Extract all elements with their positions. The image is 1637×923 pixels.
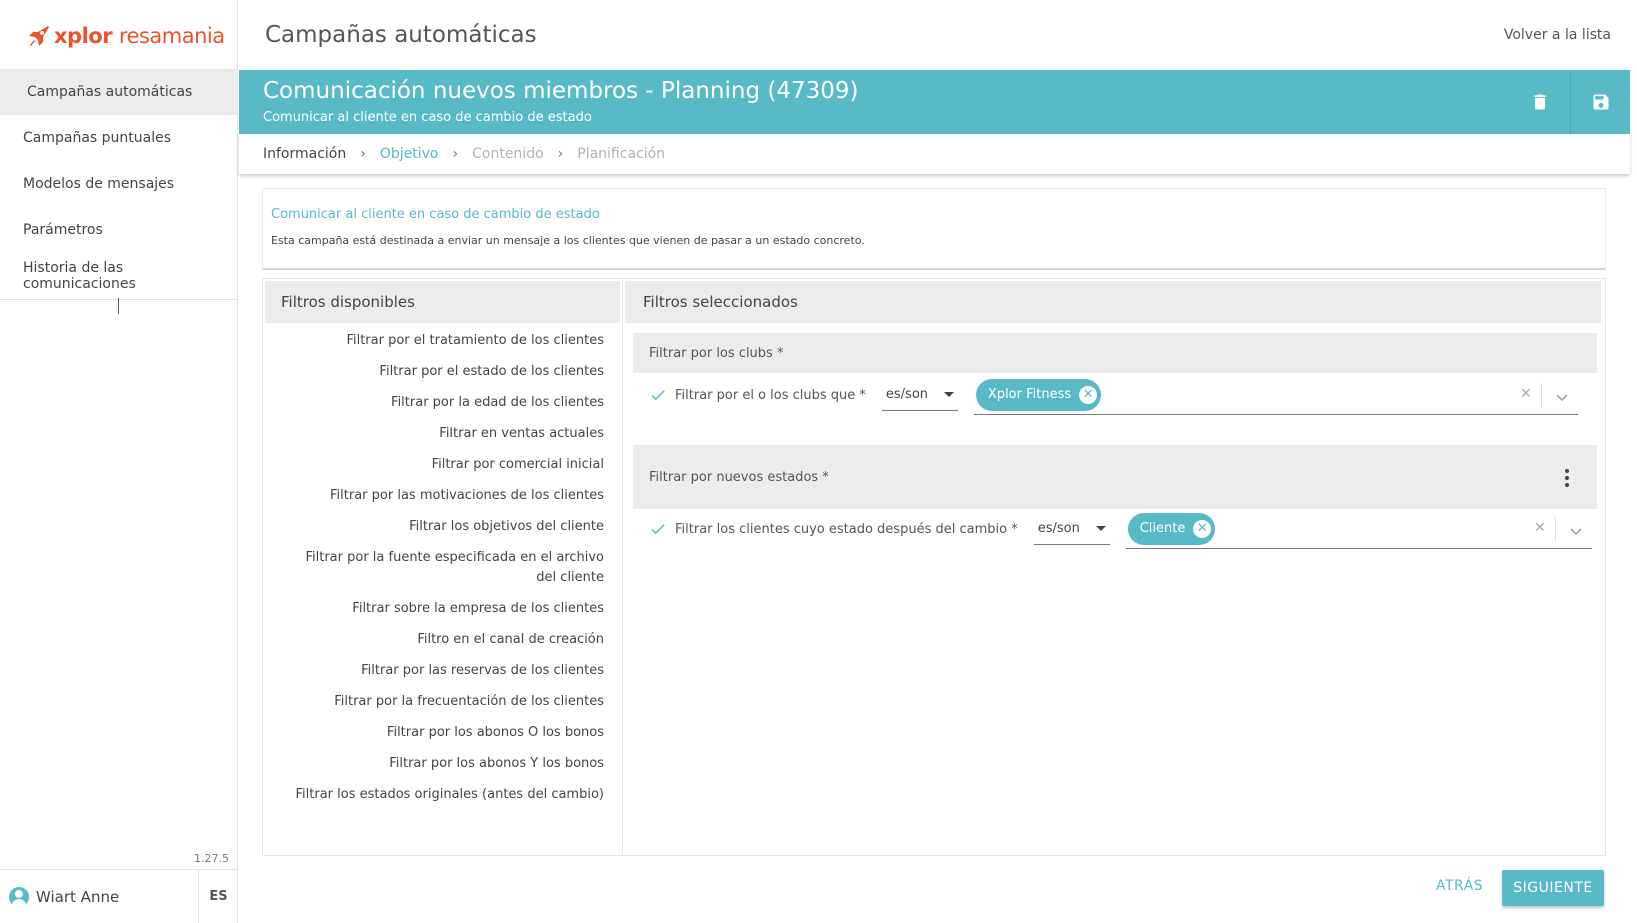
caret-down-icon	[1095, 526, 1106, 531]
chip-remove-icon[interactable]: ✕	[1079, 385, 1098, 404]
rocket-icon	[26, 23, 52, 49]
back-button[interactable]: ATRÁS	[1436, 878, 1483, 894]
campaign-banner: Comunicación nuevos miembros - Planning …	[239, 70, 1630, 134]
available-filters-column: Filtros disponibles Filtrar por el trata…	[263, 279, 623, 855]
sidebar-item-label: Parámetros	[23, 222, 103, 238]
chevron-right-icon: ›	[452, 146, 459, 162]
available-filter-item[interactable]: Filtrar sobre la empresa de los clientes	[265, 599, 620, 619]
clubs-multiselect[interactable]: Xplor Fitness ✕ ✕	[973, 375, 1578, 415]
sidebar-nav: Campañas automáticas Campañas puntuales …	[0, 69, 238, 300]
filter-group-estados: Filtrar por nuevos estados *	[633, 445, 1597, 509]
filter-row-clubs: Filtrar por el o los clubs que * es/son …	[649, 375, 1578, 415]
chip-label: Cliente	[1139, 521, 1186, 536]
available-filter-item[interactable]: Filtrar los objetivos del cliente	[265, 517, 620, 537]
operator-value: es/son	[1037, 521, 1080, 536]
chip-label: Xplor Fitness	[987, 387, 1072, 402]
selected-chip: Cliente ✕	[1127, 512, 1216, 545]
operator-select[interactable]: es/son	[1033, 513, 1110, 545]
user-name: Wiart Anne	[36, 887, 120, 906]
available-filter-item[interactable]: Filtrar por la frecuentación de los clie…	[265, 692, 620, 712]
filter-row-estados: Filtrar los clientes cuyo estado después…	[649, 509, 1592, 549]
page-title: Campañas automáticas	[265, 22, 537, 48]
campaign-subtitle: Comunicar al cliente en caso de cambio d…	[263, 110, 592, 125]
user-bar: Wiart Anne ES	[0, 869, 238, 923]
trash-icon	[1534, 94, 1546, 110]
available-filter-item[interactable]: Filtrar por la edad de los clientes	[265, 393, 620, 413]
chevron-down-icon[interactable]	[1570, 522, 1582, 536]
sidebar-item-label: Campañas puntuales	[23, 130, 172, 146]
filter-label: Filtrar por el o los clubs que *	[675, 387, 866, 403]
chevron-down-icon[interactable]	[1556, 388, 1568, 402]
step-informacion[interactable]: Información	[263, 146, 346, 162]
floppy-icon	[1593, 94, 1608, 110]
wizard-steps: Información › Objetivo › Contenido › Pla…	[239, 134, 1630, 174]
selected-filters-header: Filtros seleccionados	[625, 281, 1601, 323]
clear-icon[interactable]: ✕	[1534, 520, 1546, 536]
available-filter-item[interactable]: Filtrar por el tratamiento de los client…	[265, 331, 620, 351]
chip-remove-icon[interactable]: ✕	[1193, 519, 1212, 538]
brand-logo[interactable]: xplor resamania	[26, 18, 225, 54]
more-options-icon[interactable]	[1565, 469, 1569, 487]
step-objetivo[interactable]: Objetivo	[380, 146, 439, 162]
step-contenido[interactable]: Contenido	[472, 146, 544, 162]
objective-description: Esta campaña está destinada a enviar un …	[271, 234, 865, 247]
available-filter-item[interactable]: Filtrar en ventas actuales	[265, 424, 620, 444]
sidebar-item-label: Campañas automáticas	[27, 84, 193, 100]
caret-down-icon	[943, 392, 954, 397]
available-filter-item[interactable]: Filtrar por los abonos Y los bonos	[265, 754, 620, 774]
app-version: 1.27.5	[194, 852, 229, 865]
estados-multiselect[interactable]: Cliente ✕ ✕	[1125, 509, 1592, 549]
available-filter-item[interactable]: Filtrar por la fuente especificada en el…	[265, 548, 620, 588]
user-menu[interactable]: Wiart Anne	[0, 870, 198, 923]
available-filters-list: Filtrar por el tratamiento de los client…	[265, 323, 620, 805]
delete-button[interactable]	[1510, 70, 1570, 134]
sidebar-item-label: Modelos de mensajes	[23, 176, 175, 192]
user-avatar-icon	[9, 886, 29, 907]
sidebar-item-campanas-puntuales[interactable]: Campañas puntuales	[0, 115, 238, 161]
filters-panel: Filtros disponibles Filtrar por el trata…	[262, 278, 1606, 856]
filter-group-title: Filtrar por nuevos estados *	[649, 469, 829, 485]
available-filter-item[interactable]: Filtrar por los abonos O los bonos	[265, 723, 620, 743]
sidebar-item-modelos-de-mensajes[interactable]: Modelos de mensajes	[0, 161, 238, 207]
chevron-right-icon: ›	[557, 146, 564, 162]
available-filter-item[interactable]: Filtrar por las reservas de los clientes	[265, 661, 620, 681]
check-icon	[649, 520, 667, 538]
multiselect-separator	[1554, 517, 1556, 541]
selected-chip: Xplor Fitness ✕	[975, 378, 1102, 411]
chevron-right-icon: ›	[360, 146, 366, 162]
available-filter-item[interactable]: Filtro en el canal de creación	[265, 630, 620, 650]
step-planificacion[interactable]: Planificación	[577, 146, 665, 162]
sidebar: xplor resamania Campañas automáticas Cam…	[0, 0, 238, 923]
filter-group-clubs: Filtrar por los clubs *	[633, 333, 1597, 373]
save-button[interactable]	[1570, 70, 1630, 134]
filter-group-title: Filtrar por los clubs *	[649, 345, 784, 361]
selected-filters-column: Filtros seleccionados Filtrar por los cl…	[625, 281, 1601, 549]
available-filters-header: Filtros disponibles	[265, 281, 620, 323]
back-to-list-link[interactable]: Volver a la lista	[1504, 27, 1611, 43]
language-switcher[interactable]: ES	[198, 870, 238, 923]
sidebar-item-campanas-automaticas[interactable]: Campañas automáticas	[0, 69, 238, 115]
multiselect-separator	[1540, 383, 1542, 407]
next-button[interactable]: SIGUIENTE	[1502, 870, 1604, 906]
available-filter-item[interactable]: Filtrar por las motivaciones de los clie…	[265, 486, 620, 506]
operator-select[interactable]: es/son	[881, 379, 958, 411]
available-filter-item[interactable]: Filtrar por comercial inicial	[265, 455, 620, 475]
objective-info-card: Comunicar al cliente en caso de cambio d…	[262, 188, 1606, 270]
clear-icon[interactable]: ✕	[1520, 386, 1532, 402]
objective-title: Comunicar al cliente en caso de cambio d…	[271, 207, 600, 222]
operator-value: es/son	[885, 387, 929, 402]
filter-label: Filtrar los clientes cuyo estado después…	[675, 521, 1018, 537]
sidebar-item-label: Historia de las comunicaciones	[23, 260, 136, 292]
check-icon	[649, 386, 667, 404]
sidebar-item-parametros[interactable]: Parámetros	[0, 207, 238, 253]
text-cursor	[118, 298, 119, 314]
campaign-title: Comunicación nuevos miembros - Planning …	[263, 78, 859, 104]
sidebar-item-historia-comunicaciones[interactable]: Historia de las comunicaciones	[0, 253, 238, 299]
brand-wordmark: xplor resamania	[54, 24, 225, 48]
page-header: Campañas automáticas Volver a la lista	[239, 0, 1637, 70]
available-filter-item[interactable]: Filtrar los estados originales (antes de…	[265, 785, 620, 805]
available-filter-item[interactable]: Filtrar por el estado de los clientes	[265, 362, 620, 382]
